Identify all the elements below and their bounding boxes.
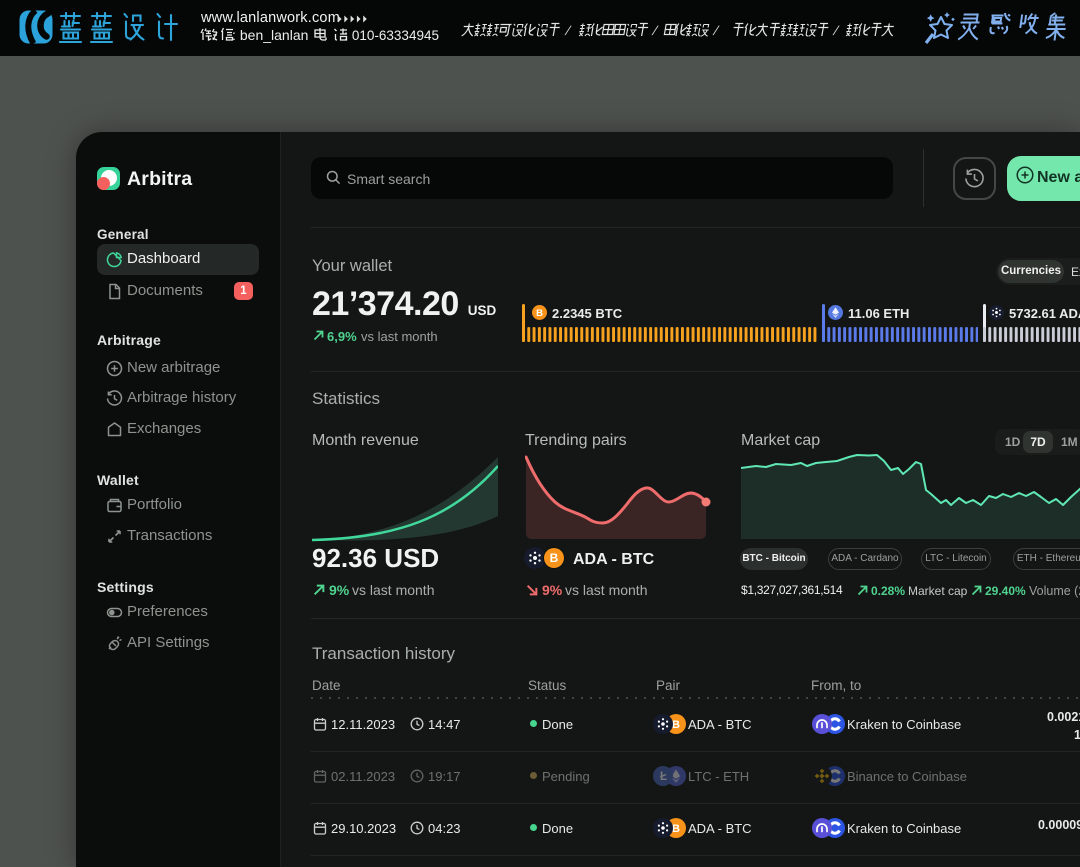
svg-text:/: / [651,23,660,38]
svg-text:/: / [564,23,573,38]
svg-text:/: / [712,23,721,38]
svg-text:/: / [832,23,841,38]
svg-text:B: B [536,308,543,319]
svg-text:B: B [550,551,559,565]
